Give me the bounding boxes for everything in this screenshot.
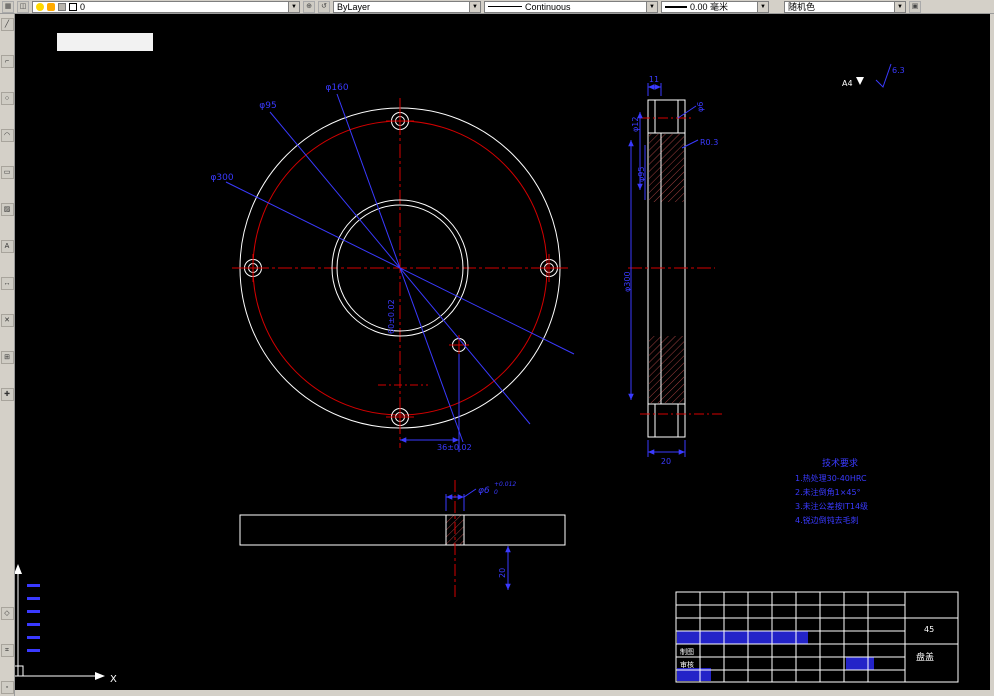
cad-window: ▦ ◫ 0 ▼ ⊕ ↺ ByLayer ▼ Continuous ▼ 0.00 … bbox=[0, 0, 994, 696]
viewport-label-box bbox=[57, 33, 153, 51]
linetype-sample-icon bbox=[488, 6, 522, 7]
snap-toggle-icon[interactable]: ▫ bbox=[0, 681, 14, 694]
osnap-settings-icon[interactable]: ◇ bbox=[0, 607, 14, 620]
roughness-value: 6.3 bbox=[892, 66, 905, 75]
linetype-dropdown-value: Continuous bbox=[525, 1, 571, 12]
arc-tool-icon[interactable]: ◠ bbox=[0, 129, 14, 142]
copy-tool-icon[interactable]: ⊞ bbox=[0, 351, 14, 364]
layer-thaw-icon bbox=[47, 2, 55, 11]
layer-lock-icon bbox=[58, 2, 66, 11]
hatch-tool-icon[interactable]: ▨ bbox=[0, 203, 14, 216]
title-block-cell-1: 制图 bbox=[680, 647, 694, 656]
layers-dialog-icon[interactable]: ▦ bbox=[2, 0, 14, 13]
dim-tol-lower: 0 bbox=[494, 489, 498, 496]
notes-title: 技术要求 bbox=[822, 457, 858, 469]
ucs-x-label: X bbox=[110, 674, 117, 685]
object-properties-toolbar: ▦ ◫ 0 ▼ ⊕ ↺ ByLayer ▼ Continuous ▼ 0.00 … bbox=[0, 0, 994, 14]
layer-previous-icon[interactable]: ↺ bbox=[318, 0, 330, 13]
dimension-tool-icon[interactable]: ↔ bbox=[0, 277, 14, 290]
bottom-section-view: φ6 +0.012 0 20 bbox=[239, 480, 566, 597]
rectangle-tool-icon[interactable]: ▭ bbox=[0, 166, 14, 179]
sheet-size-label: A4 bbox=[842, 79, 853, 88]
notes-line-3: 3.未注公差按IT14级 bbox=[795, 501, 868, 511]
dim-d3: φ300 bbox=[623, 271, 632, 292]
layer-color-swatch bbox=[69, 2, 77, 11]
front-view: φ160 φ95 φ300 60±0.02 36±0.02 bbox=[210, 83, 575, 452]
roughness-symbol-icon bbox=[875, 63, 892, 88]
dim-hub-width: 11 bbox=[649, 75, 659, 84]
layer-states-icon[interactable]: ◫ bbox=[17, 0, 29, 13]
chevron-down-icon[interactable]: ▼ bbox=[469, 1, 480, 12]
dim-d1: φ12 bbox=[631, 117, 640, 132]
notes-line-2: 2.未注倒角1×45° bbox=[795, 487, 861, 497]
dim-d2: φ95 bbox=[637, 167, 646, 182]
text-tool-icon[interactable]: A bbox=[0, 240, 14, 253]
bolt-hole bbox=[535, 254, 563, 282]
dim-hole-offset: 36±0.02 bbox=[437, 443, 472, 452]
technical-notes: 技术要求 1.热处理30-40HRC 2.未注倒角1×45° 3.未注公差按IT… bbox=[795, 457, 868, 525]
lineweight-dropdown[interactable]: 0.00 毫米 ▼ bbox=[661, 0, 769, 13]
drawing-canvas[interactable]: φ160 φ95 φ300 60±0.02 36±0.02 11 φ12 φ95… bbox=[12, 14, 990, 690]
left-margin-marks bbox=[27, 584, 40, 652]
title-block-material: 45 bbox=[924, 625, 934, 634]
color-dropdown-value: ByLayer bbox=[337, 1, 371, 12]
small-hole bbox=[449, 335, 469, 355]
triangle-mark-icon bbox=[856, 77, 864, 85]
lineweight-sample-icon bbox=[665, 5, 687, 8]
circle-tool-icon[interactable]: ○ bbox=[0, 92, 14, 105]
chevron-down-icon[interactable]: ▼ bbox=[288, 1, 299, 12]
chevron-down-icon[interactable]: ▼ bbox=[894, 1, 905, 12]
layer-dropdown[interactable]: 0 ▼ bbox=[32, 0, 300, 13]
layer-on-icon bbox=[36, 2, 44, 11]
dim-bore: 60±0.02 bbox=[387, 299, 396, 334]
side-view: 11 φ12 φ95 φ300 R0.3 φ6 20 bbox=[623, 75, 722, 466]
plotstyle-dropdown[interactable]: 随机色 ▼ bbox=[784, 0, 906, 13]
line-tool-icon[interactable]: ╱ bbox=[0, 18, 14, 31]
bolt-hole bbox=[386, 107, 414, 135]
notes-line-1: 1.热处理30-40HRC bbox=[795, 473, 867, 483]
chevron-down-icon[interactable]: ▼ bbox=[757, 1, 768, 12]
grid-toggle-icon[interactable]: ⌗ bbox=[0, 644, 14, 657]
make-object-layer-current-icon[interactable]: ⊕ bbox=[303, 0, 315, 13]
bolt-hole bbox=[386, 403, 414, 431]
surface-finish-mark: A4 6.3 bbox=[842, 63, 905, 88]
dim-outer-circle: φ300 bbox=[210, 173, 233, 183]
bolt-hole bbox=[239, 254, 267, 282]
lineweight-dropdown-value: 0.00 毫米 bbox=[690, 2, 729, 12]
dim-bolt-hole: φ6 bbox=[696, 102, 705, 112]
layer-dropdown-value: 0 bbox=[80, 1, 86, 12]
polyline-tool-icon[interactable]: ⌐ bbox=[0, 55, 14, 68]
chevron-down-icon[interactable]: ▼ bbox=[646, 1, 657, 12]
erase-tool-icon[interactable]: ✕ bbox=[0, 314, 14, 327]
dim-inner-circle: φ95 bbox=[259, 101, 276, 111]
dim-section-depth: 20 bbox=[498, 568, 507, 578]
plotstyle-dropdown-value: 随机色 bbox=[788, 2, 816, 12]
notes-line-4: 4.锐边倒钝去毛刺 bbox=[795, 515, 859, 525]
fillet-note: R0.3 bbox=[700, 138, 718, 147]
dim-bolt-circle: φ160 bbox=[325, 83, 348, 93]
move-tool-icon[interactable]: ✚ bbox=[0, 388, 14, 401]
draw-toolbar: ╱ ⌐ ○ ◠ ▭ ▨ A ↔ ✕ ⊞ ✚ ◇ ⌗ ▫ bbox=[0, 14, 15, 696]
title-block: 制图 审核 45 盘盖 bbox=[675, 591, 959, 683]
title-block-cell-2: 审核 bbox=[680, 660, 694, 669]
properties-palette-icon[interactable]: ▣ bbox=[909, 0, 921, 13]
dim-tol-upper: +0.012 bbox=[494, 481, 516, 488]
dim-section-hole: φ6 bbox=[478, 486, 490, 496]
dim-plate-thickness: 20 bbox=[661, 457, 671, 466]
title-block-part-name: 盘盖 bbox=[916, 651, 934, 663]
linetype-dropdown[interactable]: Continuous ▼ bbox=[484, 0, 658, 13]
color-dropdown[interactable]: ByLayer ▼ bbox=[333, 0, 481, 13]
drawing-svg[interactable]: φ160 φ95 φ300 60±0.02 36±0.02 11 φ12 φ95… bbox=[12, 14, 990, 690]
